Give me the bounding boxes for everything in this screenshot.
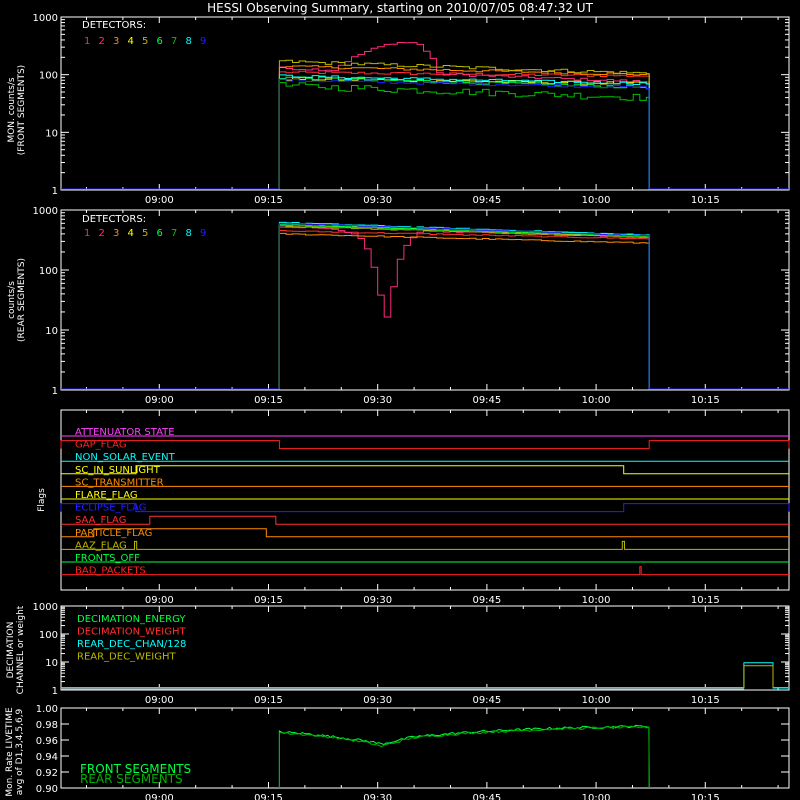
flag-label-aaz_flag: AAZ_FLAG (75, 540, 127, 551)
dec-xlabel-4: 10:00 (582, 695, 611, 706)
front-xlabel-4: 10:00 (582, 195, 611, 206)
figure-background (0, 0, 800, 800)
rear-legend-3: 3 (113, 228, 119, 239)
dec-legend-3: REAR_DEC_WEIGHT (77, 652, 176, 663)
front-xlabel-2: 09:30 (363, 195, 392, 206)
rear-legend-4: 4 (128, 228, 134, 239)
live-ylabel-5: 1.00 (36, 704, 58, 715)
rear-legend-title: DETECTORS: (82, 214, 146, 225)
front-legend-3: 3 (113, 36, 119, 47)
dec-legend-0: DECIMATION_ENERGY (77, 614, 186, 625)
live-xlabel-2: 09:30 (363, 793, 392, 800)
flag-label-fronts_off: FRONTS_OFF (75, 553, 140, 564)
flag-label-gap_flag: GAP_FLAG (75, 440, 127, 451)
rear-legend-8: 8 (186, 228, 192, 239)
rear-legend-9: 9 (200, 228, 206, 239)
front-legend-2: 2 (99, 36, 105, 47)
flags-xlabel-0: 09:00 (145, 595, 174, 606)
live-xlabel-4: 10:00 (582, 793, 611, 800)
dec-xlabel-2: 09:30 (363, 695, 392, 706)
front-ylabel-line1: MON. counts/s (7, 77, 17, 142)
figure-title: HESSI Observing Summary, starting on 201… (207, 1, 593, 15)
live-legend-1: REAR SEGMENTS (80, 772, 183, 786)
flags-xlabel-4: 10:00 (582, 595, 611, 606)
front-legend-1: 1 (84, 36, 90, 47)
live-xlabel-3: 09:45 (472, 793, 501, 800)
hessi-summary-figure: HESSI Observing Summary, starting on 201… (0, 0, 800, 800)
front-xlabel-5: 10:15 (691, 195, 720, 206)
live-ylabel-1: 0.92 (36, 768, 58, 779)
dec-ylabel-3: 1000 (33, 602, 58, 613)
front-ylabel-0: 1 (52, 186, 58, 197)
dec-legend-1: DECIMATION_WEIGHT (77, 627, 186, 638)
flag-label-particle_flag: PARTICLE_FLAG (75, 528, 152, 539)
rear-xlabel-1: 09:15 (254, 395, 283, 406)
front-ylabel-2: 100 (39, 71, 58, 82)
front-legend-5: 5 (142, 36, 148, 47)
dec-ylabel-0: 1 (52, 686, 58, 697)
rear-legend-7: 7 (171, 228, 177, 239)
flags-xlabel-3: 09:45 (472, 595, 501, 606)
flag-label-non_solar_event: NON_SOLAR_EVENT (75, 452, 176, 463)
dec-xlabel-1: 09:15 (254, 695, 283, 706)
front-legend-8: 8 (186, 36, 192, 47)
front-xlabel-1: 09:15 (254, 195, 283, 206)
flag-label-sc_transmitter: SC_TRANSMITTER (75, 477, 164, 488)
flags-xlabel-1: 09:15 (254, 595, 283, 606)
live-ylabel-0: 0.90 (36, 784, 58, 795)
rear-xlabel-2: 09:30 (363, 395, 392, 406)
rear-legend-6: 6 (157, 228, 163, 239)
flag-label-sc_in_sunlight: SC_IN_SUNLIGHT (75, 465, 161, 476)
rear-ylabel-2: 100 (39, 266, 58, 277)
rear-legend-5: 5 (142, 228, 148, 239)
front-ylabel-3: 1000 (33, 13, 58, 24)
dec-legend-2: REAR_DEC_CHAN/128 (77, 639, 186, 650)
flag-label-bad_packets: BAD_PACKETS (75, 566, 146, 577)
rear-legend-numbers: 123456789 (84, 228, 206, 239)
flags-xlabel-5: 10:15 (691, 595, 720, 606)
dec-ylabel-2: 100 (39, 630, 58, 641)
live-ylabel-3: 0.96 (36, 736, 58, 747)
front-legend-4: 4 (128, 36, 134, 47)
front-legend-title: DETECTORS: (82, 20, 146, 31)
rear-ylabel-1: 10 (45, 326, 58, 337)
dec-ylabel-line2: CHANNEL or weight (16, 605, 26, 694)
rear-xlabel-4: 10:00 (582, 395, 611, 406)
dec-ylabel-line1: DECIMATION (6, 622, 16, 679)
dec-xlabel-3: 09:45 (472, 695, 501, 706)
flags-xlabel-2: 09:30 (363, 595, 392, 606)
live-xlabel-0: 09:00 (145, 793, 174, 800)
front-legend-numbers: 123456789 (84, 36, 206, 47)
front-legend-6: 6 (157, 36, 163, 47)
front-ylabel-line2: (FRONT SEGMENTS) (17, 65, 27, 155)
rear-xlabel-0: 09:00 (145, 395, 174, 406)
flag-label-attenuator state: ATTENUATOR STATE (75, 427, 175, 438)
flag-label-flare_flag: FLARE_FLAG (75, 490, 138, 501)
rear-legend-2: 2 (99, 228, 105, 239)
dec-xlabel-0: 09:00 (145, 695, 174, 706)
rear-ylabel-3: 1000 (33, 206, 58, 217)
live-ylabel-line1: Mon. Rate LIVETIME (5, 707, 15, 797)
rear-ylabel-line2: (REAR SEGMENTS) (17, 258, 27, 342)
flag-label-eclipse_flag: ECLIPSE_FLAG (75, 503, 146, 514)
rear-ylabel-0: 1 (52, 386, 58, 397)
rear-legend-1: 1 (84, 228, 90, 239)
live-xlabel-1: 09:15 (254, 793, 283, 800)
rear-ylabel-line1: counts/s (7, 281, 17, 319)
flag-label-saa_flag: SAA_FLAG (75, 515, 126, 526)
front-legend-7: 7 (171, 36, 177, 47)
dec-ylabel-1: 10 (45, 658, 58, 669)
live-ylabel-2: 0.94 (36, 752, 58, 763)
live-xlabel-5: 10:15 (691, 793, 720, 800)
live-ylabel-line2: avg of D1,3,4,5,6,9 (15, 708, 25, 795)
rear-xlabel-5: 10:15 (691, 395, 720, 406)
dec-xlabel-5: 10:15 (691, 695, 720, 706)
rear-xlabel-3: 09:45 (472, 395, 501, 406)
live-ylabel-4: 0.98 (36, 720, 58, 731)
front-xlabel-0: 09:00 (145, 195, 174, 206)
front-xlabel-3: 09:45 (472, 195, 501, 206)
front-ylabel-1: 10 (45, 128, 58, 139)
flags-ylabel: Flags (37, 488, 47, 512)
front-legend-9: 9 (200, 36, 206, 47)
